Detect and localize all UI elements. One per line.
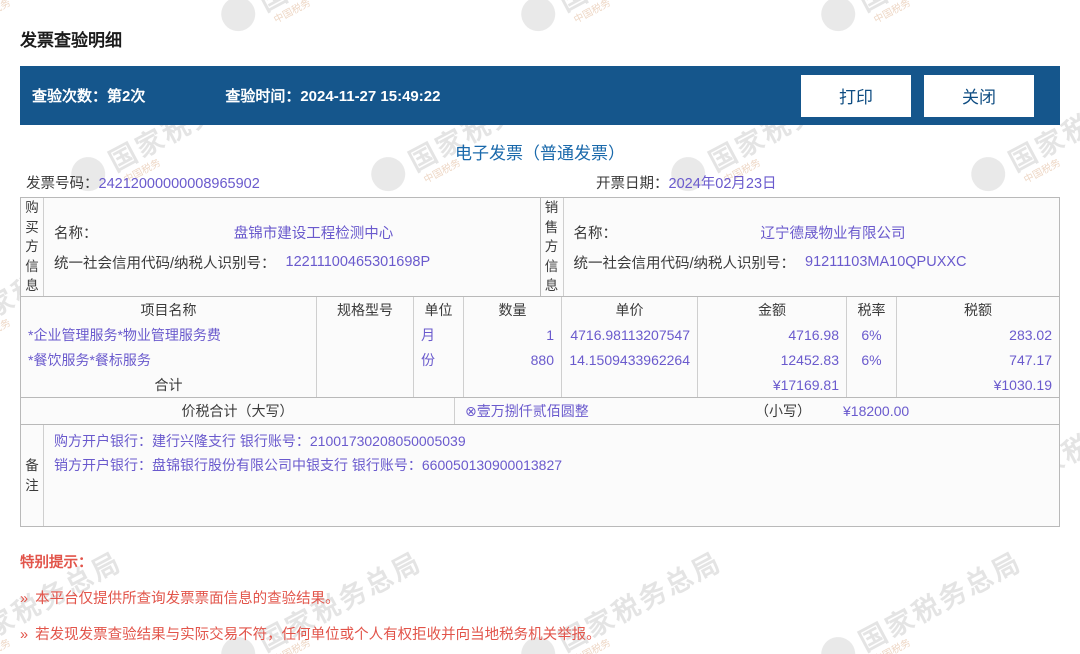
- notice-item: » 若发现发票查验结果与实际交易不符，任何单位或个人有权拒收并向当地税务机关举报。: [20, 627, 601, 643]
- print-button[interactable]: 打印: [801, 74, 911, 117]
- seller-taxid-value: 91211103MA10QPUXXC: [805, 254, 967, 270]
- seller-content: 名称： 辽宁德晟物业有限公司 统一社会信用代码/纳税人识别号： 91211103…: [564, 198, 1060, 296]
- seller-taxid-label: 统一社会信用代码/纳税人识别号：: [573, 255, 796, 272]
- seller-name-label: 名称：: [573, 225, 618, 242]
- table-cell: [562, 372, 698, 397]
- buyer-side-label: 购买方信息: [21, 198, 44, 296]
- total-row-label: 合计: [21, 372, 317, 397]
- remark-line: 购方开户银行：建行兴隆支行 银行账号：21001730208050005039: [54, 433, 466, 449]
- table-cell: [414, 372, 464, 397]
- toolbar: 查验次数：第2次 查验时间：2024-11-27 15:49:22 打印 关闭: [20, 66, 1060, 125]
- invoice-meta-row: 发票号码：24212000000008965902 开票日期：2024年02月2…: [20, 169, 1060, 197]
- remarks-content: 购方开户银行：建行兴隆支行 银行账号：21001730208050005039 …: [44, 425, 1059, 526]
- table-cell: 283.02: [1009, 326, 1052, 343]
- buyer-name-row: 名称： 盘锦市建设工程检测中心: [54, 222, 530, 243]
- invoice-verification-page: 国家税务总局中国税务国家税务总局中国税务国家税务总局中国税务国家税务总局中国税务…: [0, 0, 1080, 654]
- table-cell: [317, 372, 414, 397]
- check-count-text: 查验次数：第2次: [32, 88, 146, 105]
- seller-section: 销售方信息 名称： 辽宁德晟物业有限公司 统一社会信用代码/纳税人识别号： 91…: [541, 198, 1060, 296]
- bullet-icon: »: [20, 627, 29, 643]
- total-amount: ¥17169.81: [698, 372, 847, 397]
- buyer-name-label: 名称：: [54, 225, 98, 242]
- col-header-unit-price: 单价: [562, 297, 698, 322]
- table-cell: 4716.98: [698, 322, 847, 347]
- buyer-taxid-label: 统一社会信用代码/纳税人识别号：: [54, 255, 276, 272]
- page-title: 发票查验明细: [20, 31, 122, 50]
- invoice-date-label: 开票日期：: [596, 176, 669, 192]
- close-button[interactable]: 关闭: [924, 74, 1034, 117]
- buyer-taxid-row: 统一社会信用代码/纳税人识别号： 12211100465301698P: [54, 252, 530, 273]
- buyer-taxid-value: 12211100465301698P: [285, 254, 431, 270]
- invoice-type-title: 电子发票（普通发票）: [455, 144, 625, 163]
- table-cell: 747.17: [1009, 351, 1052, 368]
- special-notice: 特别提示： » 本平台仅提供所查询发票票面信息的查验结果。 » 若发现发票查验结果与…: [20, 551, 601, 644]
- table-cell: 6%: [847, 347, 897, 372]
- table-cell: *餐饮服务*餐标服务: [21, 347, 317, 372]
- col-header-spec: 规格型号: [317, 297, 414, 322]
- items-table: 项目名称 规格型号 单位 数量 单价 金额 税率 税额 *企业管理服务*物业管理…: [20, 297, 1060, 398]
- seller-taxid-row: 统一社会信用代码/纳税人识别号： 91211103MA10QPUXXC: [574, 252, 1050, 273]
- col-header-item-name: 项目名称: [21, 297, 317, 322]
- bullet-icon: »: [20, 591, 29, 607]
- table-cell: [464, 372, 562, 397]
- invoice-number-label: 发票号码：: [26, 176, 99, 192]
- table-cell: 1: [464, 322, 562, 347]
- small-figures-label: （小写）: [755, 403, 811, 419]
- invoice-number-value: 24212000000008965902: [98, 176, 260, 192]
- table-cell: *企业管理服务*物业管理服务费: [21, 322, 317, 347]
- table-cell: 6%: [847, 322, 897, 347]
- buyer-content: 名称： 盘锦市建设工程检测中心 统一社会信用代码/纳税人识别号： 1221110…: [44, 198, 540, 296]
- price-tax-total-row: 价税合计（大写） ⊗壹万捌仟贰佰圆整 （小写） ¥18200.00: [20, 398, 1060, 425]
- col-header-tax-rate: 税率: [847, 297, 897, 322]
- check-time-text: 查验时间：2024-11-27 15:49:22: [225, 88, 441, 105]
- seller-name-row: 名称： 辽宁德晟物业有限公司: [574, 222, 1050, 243]
- page-content: 发票查验明细 查验次数：第2次 查验时间：2024-11-27 15:49:22…: [0, 0, 1080, 654]
- seller-side-label: 销售方信息: [541, 198, 564, 296]
- price-tax-total-label: 价税合计（大写）: [21, 398, 455, 424]
- table-cell: 12452.83: [698, 347, 847, 372]
- amount-in-words: ⊗壹万捌仟贰佰圆整: [465, 403, 589, 419]
- col-header-amount: 金额: [698, 297, 847, 322]
- col-header-tax-amount: 税额: [964, 301, 992, 318]
- total-tax: ¥1030.19: [993, 376, 1052, 393]
- invoice-panel: 电子发票（普通发票） 发票号码：24212000000008965902 开票日…: [20, 125, 1060, 527]
- seller-name-value: 辽宁德晟物业有限公司: [760, 225, 906, 242]
- remarks-side-label: 备注: [21, 425, 44, 526]
- remark-line: 销方开户银行：盘锦银行股份有限公司中银支行 银行账号：6600501309000…: [54, 456, 563, 473]
- table-cell: 4716.98113207547: [562, 322, 698, 347]
- table-cell: 份: [414, 347, 464, 372]
- table-cell: 月: [414, 322, 464, 347]
- table-cell: [317, 322, 414, 347]
- notice-item: » 本平台仅提供所查询发票票面信息的查验结果。: [20, 591, 340, 607]
- table-cell: 880: [464, 347, 562, 372]
- col-header-unit: 单位: [414, 297, 464, 322]
- col-header-quantity: 数量: [464, 297, 562, 322]
- invoice-date: 开票日期：2024年02月23日: [596, 172, 777, 193]
- notice-title: 特别提示：: [20, 555, 93, 571]
- buyer-name-value: 盘锦市建设工程检测中心: [233, 225, 394, 242]
- table-cell: [847, 372, 897, 397]
- table-cell: 14.1509433962264: [562, 347, 698, 372]
- buyer-section: 购买方信息 名称： 盘锦市建设工程检测中心 统一社会信用代码/纳税人识别号： 1…: [21, 198, 541, 296]
- remarks-box: 备注 购方开户银行：建行兴隆支行 银行账号：210017302080500050…: [20, 425, 1060, 527]
- party-box: 购买方信息 名称： 盘锦市建设工程检测中心 统一社会信用代码/纳税人识别号： 1…: [20, 197, 1060, 297]
- table-cell: [317, 347, 414, 372]
- amount-in-figures: ¥18200.00: [843, 403, 910, 419]
- invoice-number: 发票号码：24212000000008965902: [26, 172, 260, 193]
- invoice-date-value: 2024年02月23日: [668, 176, 777, 192]
